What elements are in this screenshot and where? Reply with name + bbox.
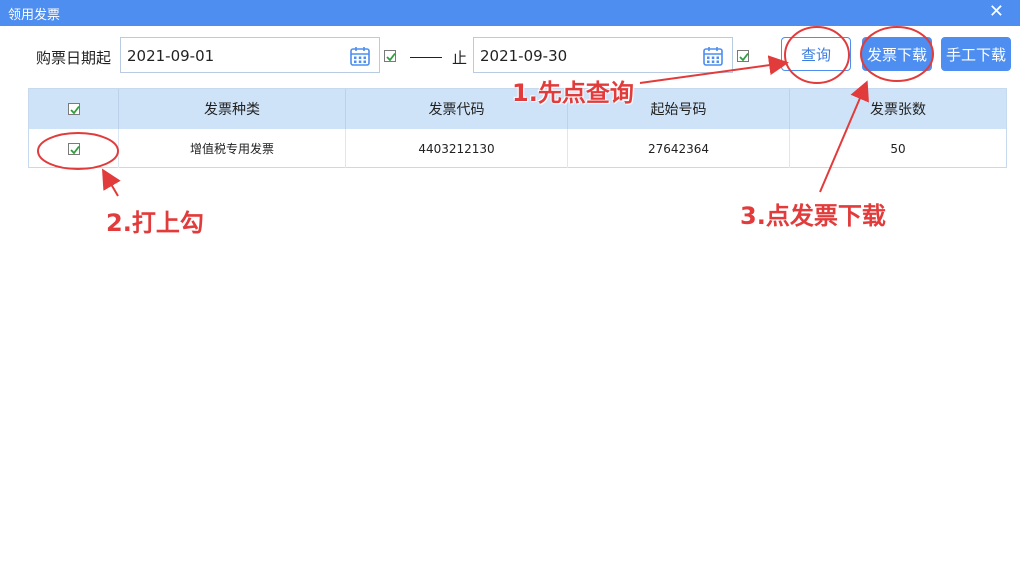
check-icon bbox=[739, 52, 749, 62]
start-date-input[interactable]: 2021-09-01 bbox=[120, 37, 380, 73]
check-icon bbox=[69, 145, 80, 154]
calendar-icon[interactable] bbox=[349, 45, 371, 67]
range-dash bbox=[410, 57, 442, 58]
select-all-cell[interactable] bbox=[29, 89, 119, 129]
end-date-input[interactable]: 2021-09-30 bbox=[473, 37, 733, 73]
step2-annotation: 2.打上勾 bbox=[106, 209, 204, 237]
check-icon bbox=[386, 52, 396, 62]
window-title: 领用发票 bbox=[8, 8, 61, 23]
cell-type: 增值税专用发票 bbox=[119, 129, 346, 168]
start-date-value: 2021-09-01 bbox=[127, 47, 215, 65]
select-all-checkbox[interactable] bbox=[67, 103, 80, 115]
start-date-checkbox[interactable] bbox=[384, 50, 396, 62]
cell-start-no: 27642364 bbox=[568, 129, 790, 168]
row-checkbox[interactable] bbox=[67, 142, 80, 155]
download-invoice-button[interactable]: 发票下载 bbox=[862, 37, 932, 71]
title-bar: 领用发票 ✕ bbox=[0, 0, 1020, 26]
step1-annotation: 1.先点查询 bbox=[512, 79, 634, 107]
calendar-icon[interactable] bbox=[702, 45, 724, 67]
check-icon bbox=[69, 105, 80, 115]
cell-code: 4403212130 bbox=[346, 129, 568, 168]
end-date-value: 2021-09-30 bbox=[480, 47, 568, 65]
step2-arrow bbox=[101, 168, 121, 197]
col-header-type[interactable]: 发票种类 bbox=[119, 89, 346, 129]
cell-count: 50 bbox=[890, 141, 906, 156]
start-date-label: 购票日期起 bbox=[36, 49, 112, 67]
close-icon[interactable]: ✕ bbox=[989, 3, 1004, 21]
query-button[interactable]: 查询 bbox=[781, 37, 851, 71]
step3-annotation: 3.点发票下载 bbox=[740, 202, 886, 230]
col-header-count[interactable]: 发票张数 bbox=[790, 89, 1006, 129]
manual-download-button[interactable]: 手工下载 bbox=[941, 37, 1011, 71]
end-date-label: 止 bbox=[452, 49, 468, 67]
row-select-cell[interactable] bbox=[29, 129, 119, 168]
end-date-checkbox[interactable] bbox=[737, 50, 749, 62]
